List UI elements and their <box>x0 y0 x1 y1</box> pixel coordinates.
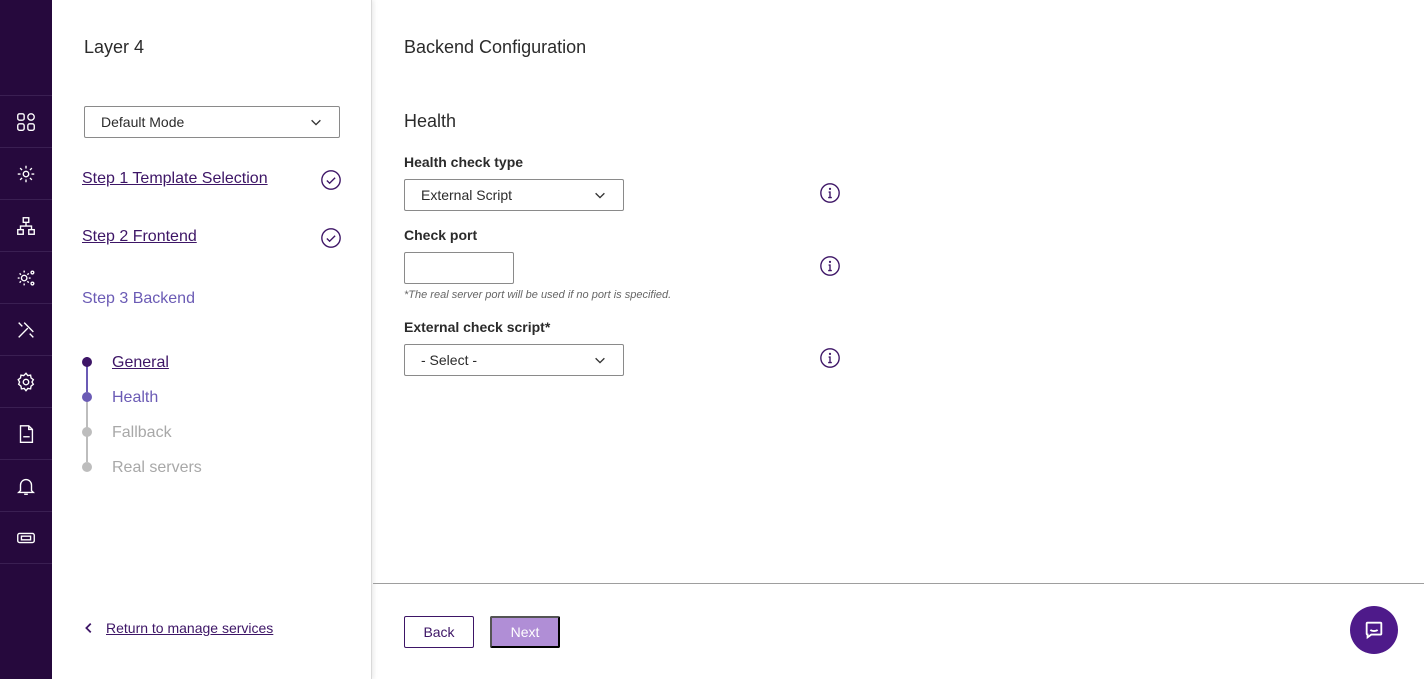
substep-dot <box>82 357 92 367</box>
step-backend: Step 3 Backend <box>82 290 195 307</box>
health-check-type-value: External Script <box>421 187 513 203</box>
chevron-down-icon <box>311 119 321 126</box>
substep-dot <box>82 462 92 472</box>
chevron-left-icon <box>85 623 92 633</box>
rail-item-system-settings[interactable] <box>0 252 52 304</box>
check-port-input[interactable] <box>404 252 514 284</box>
step-frontend[interactable]: Step 2 Frontend <box>82 228 197 246</box>
backend-substeps: General Health Fallback Real servers <box>82 345 202 485</box>
footer-divider <box>373 583 1424 584</box>
next-button[interactable]: Next <box>490 616 560 648</box>
info-icon[interactable] <box>819 255 841 277</box>
health-check-type-label: Health check type <box>404 154 524 170</box>
check-circle-icon <box>320 227 342 249</box>
section-title: Health <box>404 111 457 131</box>
substep-label: Fallback <box>112 423 172 441</box>
external-check-script-select[interactable]: - Select - <box>404 344 624 376</box>
services-icon <box>17 165 35 182</box>
main-content: Backend Configuration Health Health chec… <box>373 0 1424 679</box>
substep-dot <box>82 392 92 402</box>
rail-logo-area <box>0 0 52 96</box>
tools-icon <box>18 321 34 338</box>
substep-label: General <box>112 353 169 371</box>
rail-item-network[interactable] <box>0 200 52 252</box>
rail-item-settings[interactable] <box>0 356 52 408</box>
check-circle-icon <box>320 169 342 191</box>
rail-item-dashboard[interactable] <box>0 96 52 148</box>
external-check-script-value: - Select - <box>421 352 478 368</box>
external-check-script-label: External check script* <box>404 319 551 335</box>
mode-select[interactable]: Default Mode <box>84 106 340 138</box>
log-icon <box>19 424 34 443</box>
check-port-hint: *The real server port will be used if no… <box>404 289 672 301</box>
chat-launcher-button[interactable] <box>1350 606 1398 654</box>
mode-select-value: Default Mode <box>101 114 185 130</box>
network-icon <box>17 216 35 235</box>
rail-item-tools[interactable] <box>0 304 52 356</box>
notifications-icon <box>17 478 35 495</box>
info-icon[interactable] <box>819 182 841 204</box>
wizard-title: Layer 4 <box>84 37 145 57</box>
chat-icon <box>1365 621 1383 640</box>
rail-item-logs[interactable] <box>0 408 52 460</box>
info-icon[interactable] <box>819 347 841 369</box>
page-title: Backend Configuration <box>404 37 587 57</box>
substep-health: Health <box>82 380 202 415</box>
chevron-down-icon <box>595 192 605 199</box>
return-to-manage-services-link[interactable]: Return to manage services <box>82 620 273 636</box>
substep-real-servers: Real servers <box>82 450 202 485</box>
return-link-label: Return to manage services <box>106 620 274 636</box>
substep-label: Real servers <box>112 458 202 476</box>
health-check-type-select[interactable]: External Script <box>404 179 624 211</box>
chevron-down-icon <box>595 357 605 364</box>
substep-general[interactable]: General <box>82 345 202 380</box>
substep-label: Health <box>112 388 159 406</box>
settings-icon <box>17 371 35 392</box>
dashboard-icon <box>17 112 35 131</box>
wizard-panel: Layer 4 Default Mode Step 1 Template Sel… <box>52 0 372 679</box>
system-settings-icon <box>17 269 35 286</box>
rail-item-services[interactable] <box>0 148 52 200</box>
substep-dot <box>82 427 92 437</box>
rail-item-notifications[interactable] <box>0 460 52 512</box>
step-template-selection[interactable]: Step 1 Template Selection <box>82 170 268 188</box>
icon-rail <box>0 0 52 679</box>
back-button[interactable]: Back <box>404 616 474 648</box>
rail-item-tickets[interactable] <box>0 512 52 564</box>
ticket-icon <box>17 532 35 543</box>
check-port-label: Check port <box>404 227 478 243</box>
substep-fallback: Fallback <box>82 415 202 450</box>
